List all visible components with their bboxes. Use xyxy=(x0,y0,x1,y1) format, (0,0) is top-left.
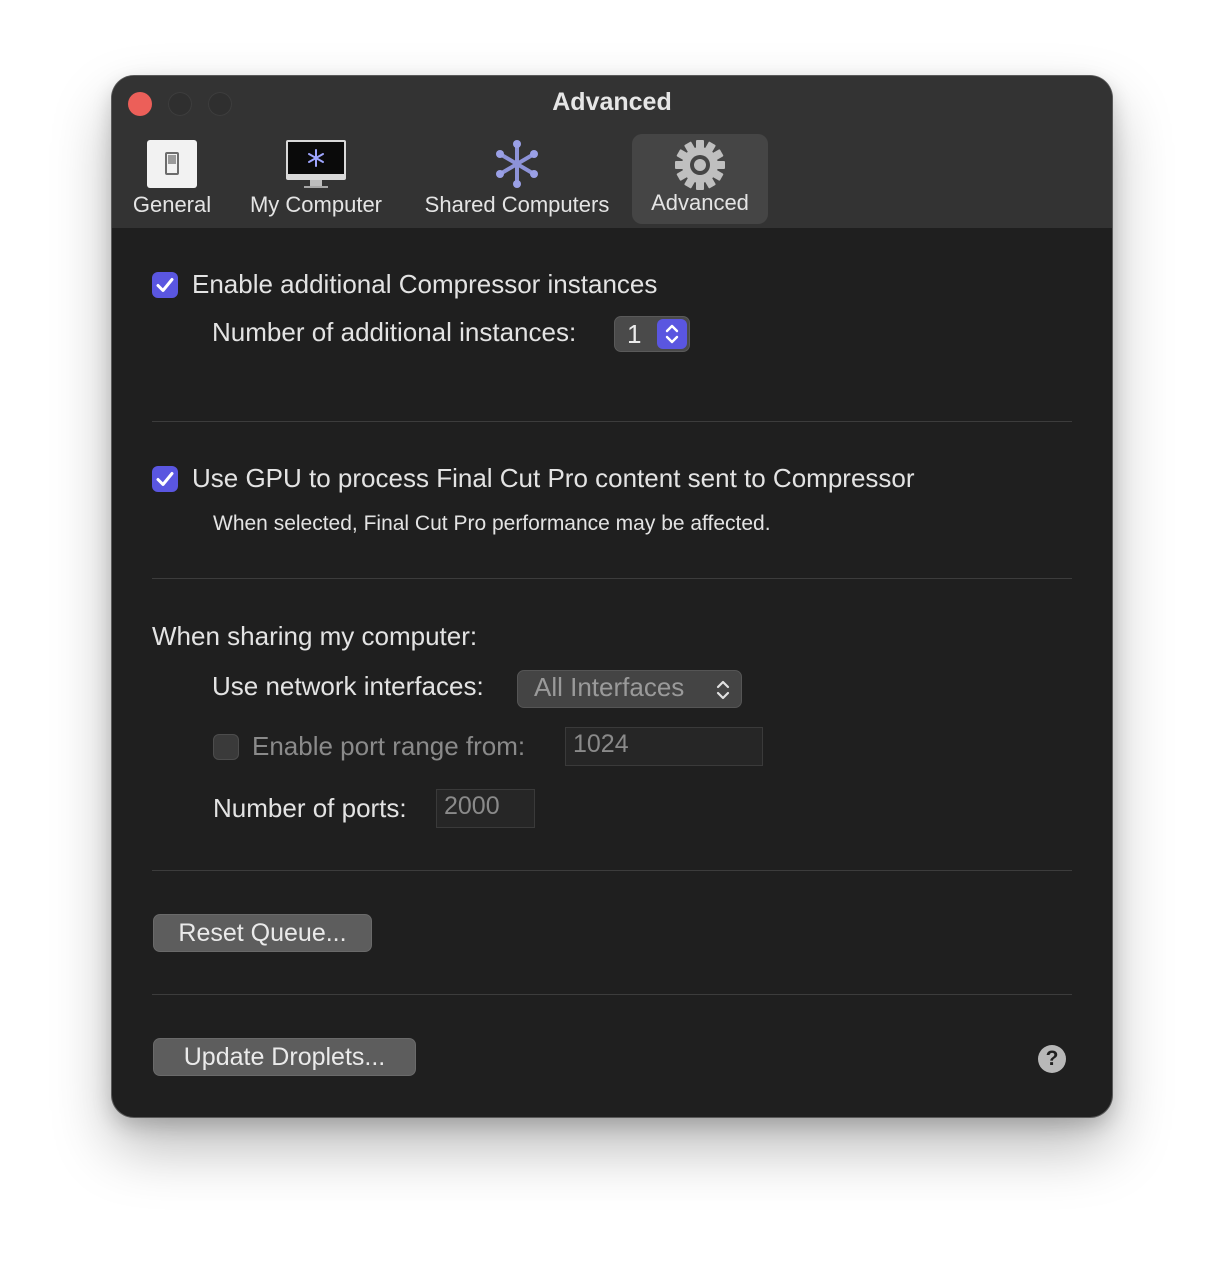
use-gpu-label: Use GPU to process Final Cut Pro content… xyxy=(192,463,915,493)
number-of-ports-field[interactable]: 2000 xyxy=(436,789,535,828)
use-gpu-checkbox[interactable] xyxy=(152,466,178,492)
instances-count-value: 1 xyxy=(627,319,642,349)
checkmark-icon xyxy=(156,278,174,292)
window-title: Advanced xyxy=(552,88,672,116)
port-range-label: Enable port range from: xyxy=(252,731,526,761)
section-divider xyxy=(152,421,1072,422)
gpu-note: When selected, Final Cut Pro performance… xyxy=(213,512,771,535)
tab-my-computer[interactable]: My Computer xyxy=(240,134,392,226)
stepper-arrows[interactable] xyxy=(657,319,687,349)
port-range-field[interactable]: 1024 xyxy=(565,727,763,766)
instances-count-label: Number of additional instances: xyxy=(212,317,577,347)
reset-queue-button[interactable]: Reset Queue... xyxy=(153,914,372,952)
gear-icon xyxy=(673,138,727,198)
port-range-checkbox[interactable] xyxy=(213,734,239,760)
update-droplets-button[interactable]: Update Droplets... xyxy=(153,1038,416,1076)
up-down-chevron-icon xyxy=(665,324,679,344)
tab-advanced[interactable]: Advanced xyxy=(632,134,768,224)
enable-instances-checkbox[interactable] xyxy=(152,272,178,298)
checkmark-icon xyxy=(156,472,174,486)
tab-my-computer-label: My Computer xyxy=(249,192,383,217)
toolbar: Advanced General My Computer Shared Comp… xyxy=(112,76,1112,228)
enable-instances-label: Enable additional Compressor instances xyxy=(192,269,658,299)
help-button[interactable]: ? xyxy=(1038,1045,1066,1073)
tab-advanced-label: Advanced xyxy=(651,190,749,215)
number-of-ports-value: 2000 xyxy=(444,792,500,820)
tab-general-label: General xyxy=(132,192,212,217)
port-range-value: 1024 xyxy=(573,730,629,758)
sharing-heading: When sharing my computer: xyxy=(152,621,478,651)
section-divider xyxy=(152,870,1072,871)
tab-shared-computers-label: Shared Computers xyxy=(424,192,610,217)
preferences-window: Advanced General My Computer Shared Comp… xyxy=(112,76,1112,1117)
asterisk-network-icon xyxy=(491,138,543,196)
up-down-chevron-icon xyxy=(716,680,730,700)
instances-count-stepper[interactable]: 1 xyxy=(614,316,690,352)
imac-icon xyxy=(286,138,346,196)
network-interfaces-label: Use network interfaces: xyxy=(212,671,484,701)
tab-shared-computers[interactable]: Shared Computers xyxy=(412,134,622,226)
section-divider xyxy=(152,578,1072,579)
tab-general[interactable]: General xyxy=(124,134,220,226)
general-switch-icon xyxy=(146,138,198,196)
number-of-ports-label: Number of ports: xyxy=(213,793,407,823)
network-interfaces-value: All Interfaces xyxy=(534,672,685,702)
network-interfaces-popup[interactable]: All Interfaces xyxy=(517,670,742,708)
section-divider xyxy=(152,994,1072,995)
